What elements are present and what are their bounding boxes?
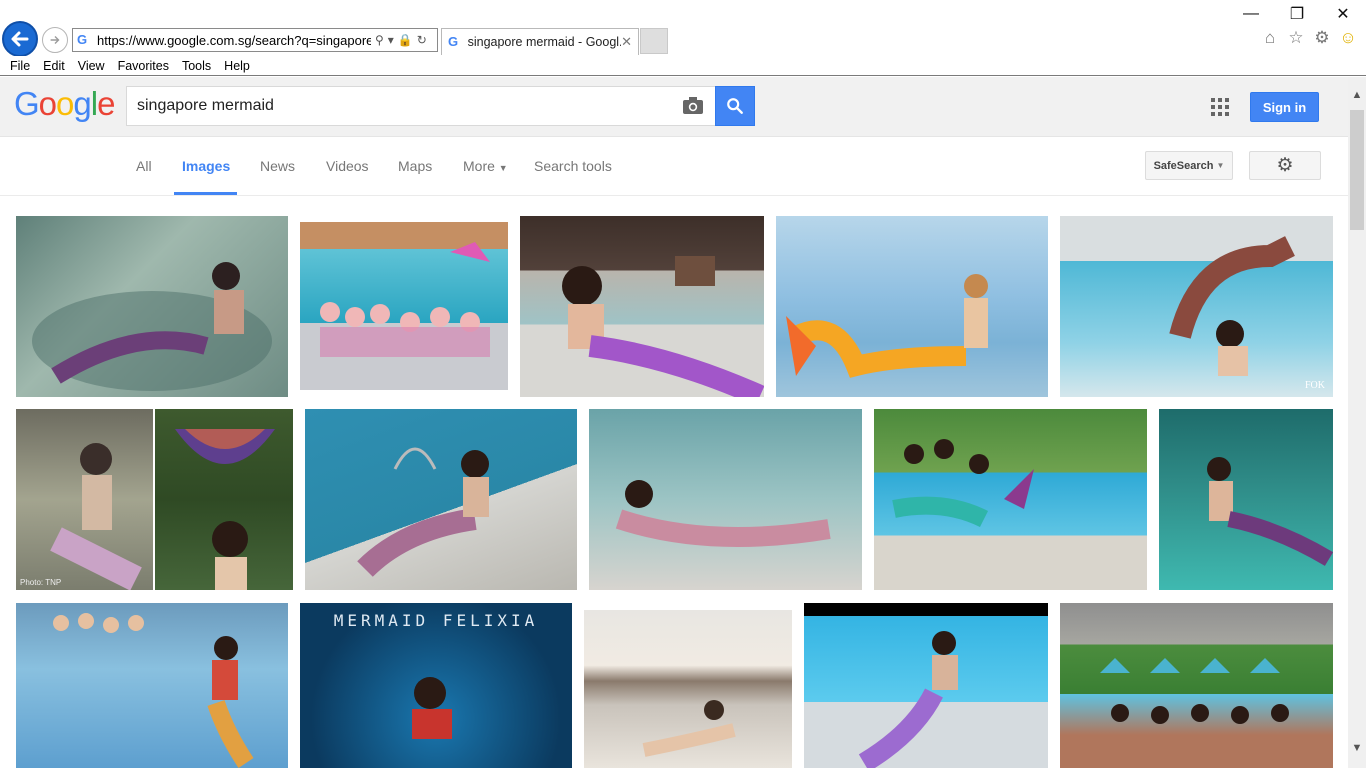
chevron-down-icon: ▼ bbox=[1216, 161, 1225, 170]
gear-icon: ⚙ bbox=[1276, 155, 1294, 176]
search-icon bbox=[727, 98, 743, 114]
image-result[interactable]: FOK bbox=[1060, 216, 1333, 397]
image-result[interactable] bbox=[300, 222, 508, 390]
image-result[interactable] bbox=[520, 216, 764, 397]
image-result[interactable]: MERMAID FELIXIA bbox=[300, 603, 572, 768]
tab-title: singapore mermaid - Googl... bbox=[467, 35, 622, 49]
photo-credit: Photo: TNP bbox=[20, 578, 62, 587]
forward-button[interactable] bbox=[42, 27, 68, 53]
menu-tools[interactable]: Tools bbox=[182, 59, 211, 73]
active-tab-indicator bbox=[174, 192, 237, 195]
image-result[interactable] bbox=[155, 409, 293, 590]
new-tab-button[interactable] bbox=[640, 28, 668, 54]
google-favicon-icon: G bbox=[77, 32, 88, 47]
camera-icon[interactable] bbox=[681, 95, 705, 117]
feedback-smiley-icon[interactable]: ☺ bbox=[1338, 28, 1358, 48]
forward-arrow-icon bbox=[50, 36, 60, 44]
close-tab-icon[interactable]: ✕ bbox=[621, 34, 632, 50]
scrollbar-thumb[interactable] bbox=[1350, 110, 1364, 230]
window-controls: — ❐ ✕ bbox=[1228, 0, 1366, 28]
search-icon[interactable]: ⚲ bbox=[375, 33, 384, 47]
search-nav-tabs: All Images News Videos Maps More ▼ Searc… bbox=[0, 137, 1348, 196]
google-logo[interactable]: Google bbox=[14, 85, 115, 123]
image-result[interactable] bbox=[776, 216, 1048, 397]
address-url[interactable]: https://www.google.com.sg/search?q=singa… bbox=[97, 33, 371, 48]
tab-maps[interactable]: Maps bbox=[398, 158, 432, 174]
menu-view[interactable]: View bbox=[78, 59, 105, 73]
gear-icon[interactable]: ⚙ bbox=[1312, 28, 1332, 48]
image-result[interactable] bbox=[804, 603, 1048, 768]
image-result[interactable] bbox=[16, 603, 288, 768]
tab-all[interactable]: All bbox=[136, 158, 152, 174]
settings-button[interactable]: ⚙ bbox=[1249, 151, 1321, 180]
sign-in-button[interactable]: Sign in bbox=[1250, 92, 1319, 122]
vertical-scrollbar[interactable]: ▲ ▼ bbox=[1348, 77, 1366, 768]
favorites-star-icon[interactable]: ☆ bbox=[1286, 28, 1306, 48]
image-result[interactable] bbox=[1060, 603, 1333, 768]
menu-bar: File Edit View Favorites Tools Help bbox=[0, 56, 1366, 76]
search-box bbox=[126, 86, 716, 126]
search-button[interactable] bbox=[715, 86, 755, 126]
apps-grid-icon[interactable] bbox=[1211, 98, 1229, 116]
back-button[interactable] bbox=[2, 21, 38, 57]
dropdown-icon[interactable]: ▾ bbox=[388, 33, 394, 47]
tab-videos[interactable]: Videos bbox=[326, 158, 369, 174]
image-result[interactable] bbox=[874, 409, 1147, 590]
tab-images[interactable]: Images bbox=[182, 158, 230, 174]
watermark-fok: FOK bbox=[1304, 380, 1325, 391]
minimize-icon[interactable]: — bbox=[1228, 0, 1274, 28]
chevron-down-icon: ▼ bbox=[498, 163, 508, 173]
restore-icon[interactable]: ❐ bbox=[1274, 0, 1320, 28]
tab-search-tools[interactable]: Search tools bbox=[534, 158, 612, 174]
scroll-down-icon[interactable]: ▼ bbox=[1348, 742, 1366, 756]
search-input[interactable] bbox=[137, 87, 667, 125]
menu-favorites[interactable]: Favorites bbox=[118, 59, 169, 73]
close-window-icon[interactable]: ✕ bbox=[1320, 0, 1366, 28]
image-result[interactable]: Photo: TNP bbox=[16, 409, 153, 590]
browser-titlebar: G https://www.google.com.sg/search?q=sin… bbox=[0, 0, 1366, 57]
menu-edit[interactable]: Edit bbox=[43, 59, 65, 73]
refresh-icon[interactable]: ↻ bbox=[417, 33, 427, 47]
address-bar[interactable]: G https://www.google.com.sg/search?q=sin… bbox=[72, 28, 438, 52]
image-result[interactable] bbox=[16, 216, 288, 397]
safesearch-label: SafeSearch bbox=[1153, 159, 1214, 172]
tab-more-label: More bbox=[463, 158, 495, 174]
image-result[interactable] bbox=[305, 409, 577, 590]
safesearch-button[interactable]: SafeSearch ▼ bbox=[1145, 151, 1233, 180]
image-result[interactable] bbox=[584, 610, 792, 768]
back-arrow-icon bbox=[11, 31, 29, 47]
menu-file[interactable]: File bbox=[10, 59, 30, 73]
browser-tab-active[interactable]: G singapore mermaid - Googl... ✕ bbox=[441, 28, 639, 55]
scroll-up-icon[interactable]: ▲ bbox=[1348, 89, 1366, 103]
google-header: Google Sign in bbox=[0, 77, 1348, 137]
google-favicon-icon: G bbox=[448, 34, 459, 49]
tab-more[interactable]: More ▼ bbox=[463, 158, 508, 174]
browser-toolbar-icons: ⌂ ☆ ⚙ ☺ bbox=[1260, 28, 1358, 48]
lock-icon[interactable]: 🔒 bbox=[398, 33, 413, 47]
image-result[interactable] bbox=[1159, 409, 1333, 590]
home-icon[interactable]: ⌂ bbox=[1260, 28, 1280, 48]
image-result[interactable] bbox=[589, 409, 862, 590]
tab-news[interactable]: News bbox=[260, 158, 295, 174]
menu-help[interactable]: Help bbox=[224, 59, 250, 73]
